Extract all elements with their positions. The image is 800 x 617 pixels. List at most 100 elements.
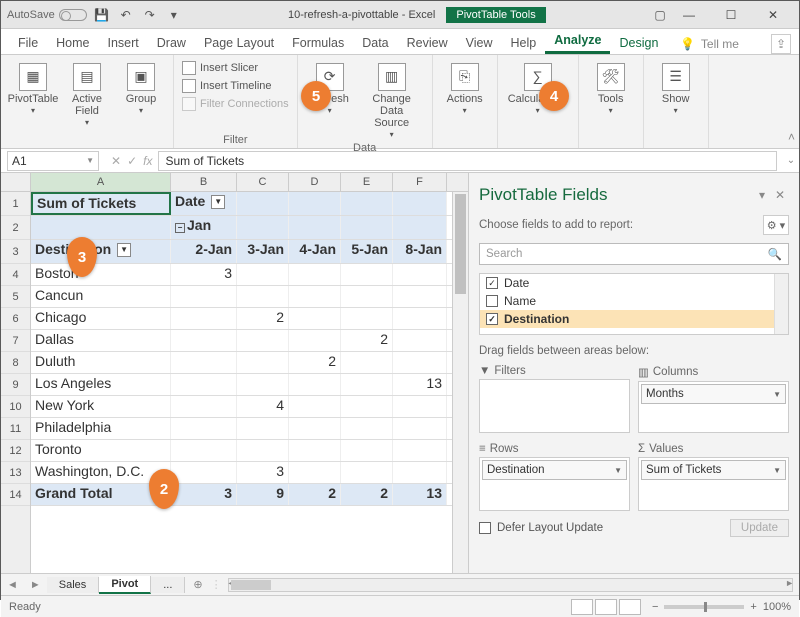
values-chip[interactable]: Sum of Tickets▼ <box>641 460 786 480</box>
row-header[interactable]: 5 <box>1 286 30 308</box>
row-header[interactable]: 10 <box>1 396 30 418</box>
row-header[interactable]: 11 <box>1 418 30 440</box>
defer-checkbox[interactable] <box>479 522 491 534</box>
row-header[interactable]: 7 <box>1 330 30 352</box>
row-header[interactable]: 3 <box>1 240 30 264</box>
tab-view[interactable]: View <box>457 32 502 54</box>
enter-icon[interactable]: ✓ <box>127 154 137 168</box>
tell-me[interactable]: Tell me <box>701 37 739 51</box>
tab-help[interactable]: Help <box>502 32 546 54</box>
active-field-button[interactable]: ▤Active Field▾ <box>63 59 111 128</box>
sheet-nav-next-icon[interactable]: ► <box>24 579 47 591</box>
undo-icon[interactable]: ↶ <box>117 6 135 24</box>
select-all-corner[interactable] <box>1 173 31 191</box>
toggle-off-icon[interactable] <box>59 9 87 21</box>
page-break-view-icon[interactable] <box>619 599 641 615</box>
field-item[interactable]: ✓Date <box>480 274 788 292</box>
zoom-out-icon[interactable]: − <box>652 601 658 613</box>
fields-gear-icon[interactable]: ⚙ ▾ <box>763 215 789 235</box>
rows-chip[interactable]: Destination▼ <box>482 460 627 480</box>
actions-button[interactable]: ⎘Actions▾ <box>441 59 489 116</box>
pivottable-button[interactable]: ▦PivotTable▾ <box>9 59 57 116</box>
show-button[interactable]: ☰Show▾ <box>652 59 700 116</box>
row-header[interactable]: 14 <box>1 484 30 506</box>
name-box[interactable]: A1▼ <box>7 151 99 171</box>
new-sheet-icon[interactable]: ⊕ <box>185 578 210 591</box>
fields-search-input[interactable]: Search🔍 <box>479 243 789 265</box>
column-headers: A B C D E F <box>1 173 468 192</box>
zoom-slider[interactable] <box>664 605 744 609</box>
field-list[interactable]: ✓DateName✓Destination <box>479 273 789 335</box>
ribbon-display-icon[interactable]: ▢ <box>651 6 669 24</box>
tools-button[interactable]: 🛠Tools▾ <box>587 59 635 116</box>
row-header[interactable]: 12 <box>1 440 30 462</box>
insert-slicer-button[interactable]: Insert Slicer <box>182 59 258 77</box>
worksheet[interactable]: A B C D E F 1234567891011121314 Sum of T… <box>1 173 469 573</box>
vertical-scrollbar[interactable] <box>452 192 468 573</box>
formula-expand-icon[interactable]: ⌄ <box>783 155 799 166</box>
tab-design[interactable]: Design <box>610 32 667 54</box>
col-header-d[interactable]: D <box>289 173 341 191</box>
field-item[interactable]: ✓Destination <box>480 310 788 328</box>
sheet-tab-more[interactable]: ... <box>151 577 185 593</box>
filters-area[interactable]: ▼Filters <box>479 363 630 433</box>
window-title: 10-refresh-a-pivottable - Excel PivotTab… <box>183 9 651 21</box>
horizontal-scrollbar[interactable]: ◄ ► <box>228 578 793 592</box>
row-header[interactable]: 13 <box>1 462 30 484</box>
cancel-icon[interactable]: ✕ <box>111 154 121 168</box>
tab-file[interactable]: File <box>9 32 47 54</box>
share-icon[interactable]: ⇪ <box>771 34 791 54</box>
row-header[interactable]: 9 <box>1 374 30 396</box>
tab-insert[interactable]: Insert <box>99 32 148 54</box>
tab-analyze[interactable]: Analyze <box>545 29 610 54</box>
columns-chip[interactable]: Months▼ <box>641 384 786 404</box>
columns-area[interactable]: ▥Columns Months▼ <box>638 363 789 433</box>
row-header[interactable]: 1 <box>1 192 30 216</box>
group-button[interactable]: ▣Group▾ <box>117 59 165 116</box>
field-item[interactable]: Name <box>480 292 788 310</box>
field-list-scrollbar[interactable] <box>774 274 788 334</box>
zoom-level[interactable]: 100% <box>763 601 791 613</box>
page-layout-view-icon[interactable] <box>595 599 617 615</box>
row-header[interactable]: 6 <box>1 308 30 330</box>
close-button[interactable]: ✕ <box>753 3 793 27</box>
rows-area[interactable]: ≡Rows Destination▼ <box>479 441 630 511</box>
tab-page-layout[interactable]: Page Layout <box>195 32 283 54</box>
field-checkbox[interactable]: ✓ <box>486 313 498 325</box>
zoom-in-icon[interactable]: + <box>750 601 756 613</box>
sheet-tab-pivot[interactable]: Pivot <box>99 576 151 594</box>
col-header-c[interactable]: C <box>237 173 289 191</box>
col-header-f[interactable]: F <box>393 173 447 191</box>
tab-draw[interactable]: Draw <box>148 32 195 54</box>
fields-close-icon[interactable]: ✕ <box>771 188 789 202</box>
redo-icon[interactable]: ↷ <box>141 6 159 24</box>
tab-formulas[interactable]: Formulas <box>283 32 353 54</box>
tell-me-icon[interactable]: 💡 <box>680 37 695 51</box>
sheet-nav-prev-icon[interactable]: ◄ <box>1 579 24 591</box>
normal-view-icon[interactable] <box>571 599 593 615</box>
sheet-tab-sales[interactable]: Sales <box>47 577 100 593</box>
values-area[interactable]: ΣValues Sum of Tickets▼ <box>638 441 789 511</box>
insert-timeline-button[interactable]: Insert Timeline <box>182 77 272 95</box>
fields-dropdown-icon[interactable]: ▾ <box>753 188 771 202</box>
row-header[interactable]: 2 <box>1 216 30 240</box>
collapse-ribbon-icon[interactable]: ˄ <box>788 130 795 144</box>
minimize-button[interactable]: ― <box>669 3 709 27</box>
field-checkbox[interactable] <box>486 295 498 307</box>
tab-review[interactable]: Review <box>398 32 457 54</box>
tab-data[interactable]: Data <box>353 32 397 54</box>
col-header-b[interactable]: B <box>171 173 237 191</box>
qat-dropdown-icon[interactable]: ▾ <box>165 6 183 24</box>
fx-icon[interactable]: fx <box>143 154 152 168</box>
field-checkbox[interactable]: ✓ <box>486 277 498 289</box>
autosave-toggle[interactable]: AutoSave <box>7 9 87 21</box>
row-header[interactable]: 4 <box>1 264 30 286</box>
col-header-e[interactable]: E <box>341 173 393 191</box>
maximize-button[interactable]: ☐ <box>711 3 751 27</box>
save-icon[interactable]: 💾 <box>93 6 111 24</box>
col-header-a[interactable]: A <box>31 173 171 191</box>
row-header[interactable]: 8 <box>1 352 30 374</box>
change-data-source-button[interactable]: ▥Change Data Source▾ <box>360 59 424 140</box>
formula-input[interactable]: Sum of Tickets <box>158 151 777 171</box>
tab-home[interactable]: Home <box>47 32 98 54</box>
